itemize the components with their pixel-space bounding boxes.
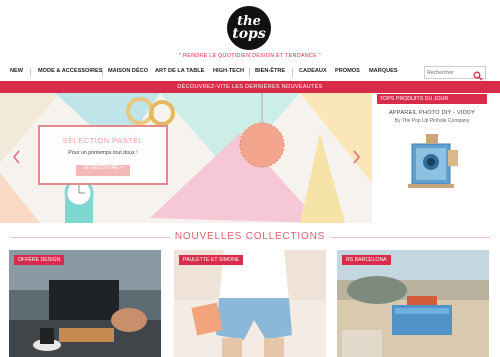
tagline: " RENDRE LE QUOTIDIEN DESIGN ET TENDANCE… (179, 53, 321, 59)
promo-banner[interactable]: DÉCOUVREZ-VITE LES DERNIÈRES NOUVEAUTÉS (0, 81, 500, 93)
nav-divider (249, 68, 250, 77)
nav-item-marques[interactable]: MARQUES (369, 68, 398, 74)
divider (330, 237, 490, 238)
chevron-left-icon[interactable] (12, 150, 22, 164)
nav-item-mode[interactable]: MODE & ACCESSOIRES (38, 68, 102, 74)
product-brand: By The Pop Up Pinhole Company (394, 118, 470, 124)
hero-title: SÉLECTION PASTEL (62, 136, 144, 145)
nav-divider (30, 68, 31, 77)
hero-slider[interactable]: SÉLECTION PASTEL Pour un printemps tout … (0, 93, 372, 223)
nav-item-maison[interactable]: MAISON DÉCO (108, 68, 148, 74)
nav-item-bienetre[interactable]: BIEN-ÊTRE (255, 68, 285, 74)
product-image[interactable] (404, 130, 464, 192)
nav-item-new[interactable]: NEW (10, 68, 23, 74)
main-nav: NEW MODE & ACCESSOIRES MAISON DÉCO ART D… (0, 66, 500, 81)
product-of-day-heading: TOPS PRODUITS DU JOUR (377, 94, 487, 104)
collection-image (9, 250, 161, 357)
site-logo[interactable]: the tops (227, 6, 271, 50)
collection-tag[interactable]: PAULETTE ET SIMONE (179, 255, 244, 265)
hero-subtitle: Pour un printemps tout doux ! (68, 150, 138, 156)
collection-card[interactable]: OFFÉRE DESIGN (9, 250, 161, 357)
collection-tag[interactable]: RS BARCELONA (342, 255, 391, 265)
nav-item-promos[interactable]: PROMOS (335, 68, 360, 74)
nav-divider (292, 68, 293, 77)
nav-divider (102, 68, 103, 77)
collection-tag[interactable]: OFFÉRE DESIGN (14, 255, 65, 265)
nav-item-hightech[interactable]: HIGH-TECH (213, 68, 244, 74)
logo-text-tops: tops (232, 26, 266, 42)
collection-image (337, 250, 489, 357)
hero-card: SÉLECTION PASTEL Pour un printemps tout … (38, 125, 168, 185)
discover-button[interactable]: JE DÉCOUVRE > (76, 165, 130, 176)
search-box (424, 66, 486, 81)
search-input[interactable] (427, 68, 471, 78)
collection-image (174, 250, 326, 357)
collection-card[interactable]: RS BARCELONA (337, 250, 489, 357)
chevron-right-icon[interactable] (351, 150, 361, 164)
collection-card[interactable]: PAULETTE ET SIMONE (174, 250, 326, 357)
search-icon[interactable] (473, 68, 483, 81)
collections-heading: NOUVELLES COLLECTIONS (0, 230, 500, 244)
nav-item-cadeaux[interactable]: CADEAUX (299, 68, 327, 74)
nav-item-table[interactable]: ART DE LA TABLE (155, 68, 204, 74)
product-title[interactable]: APPAREIL PHOTO DIY - VIDDY (377, 110, 487, 116)
